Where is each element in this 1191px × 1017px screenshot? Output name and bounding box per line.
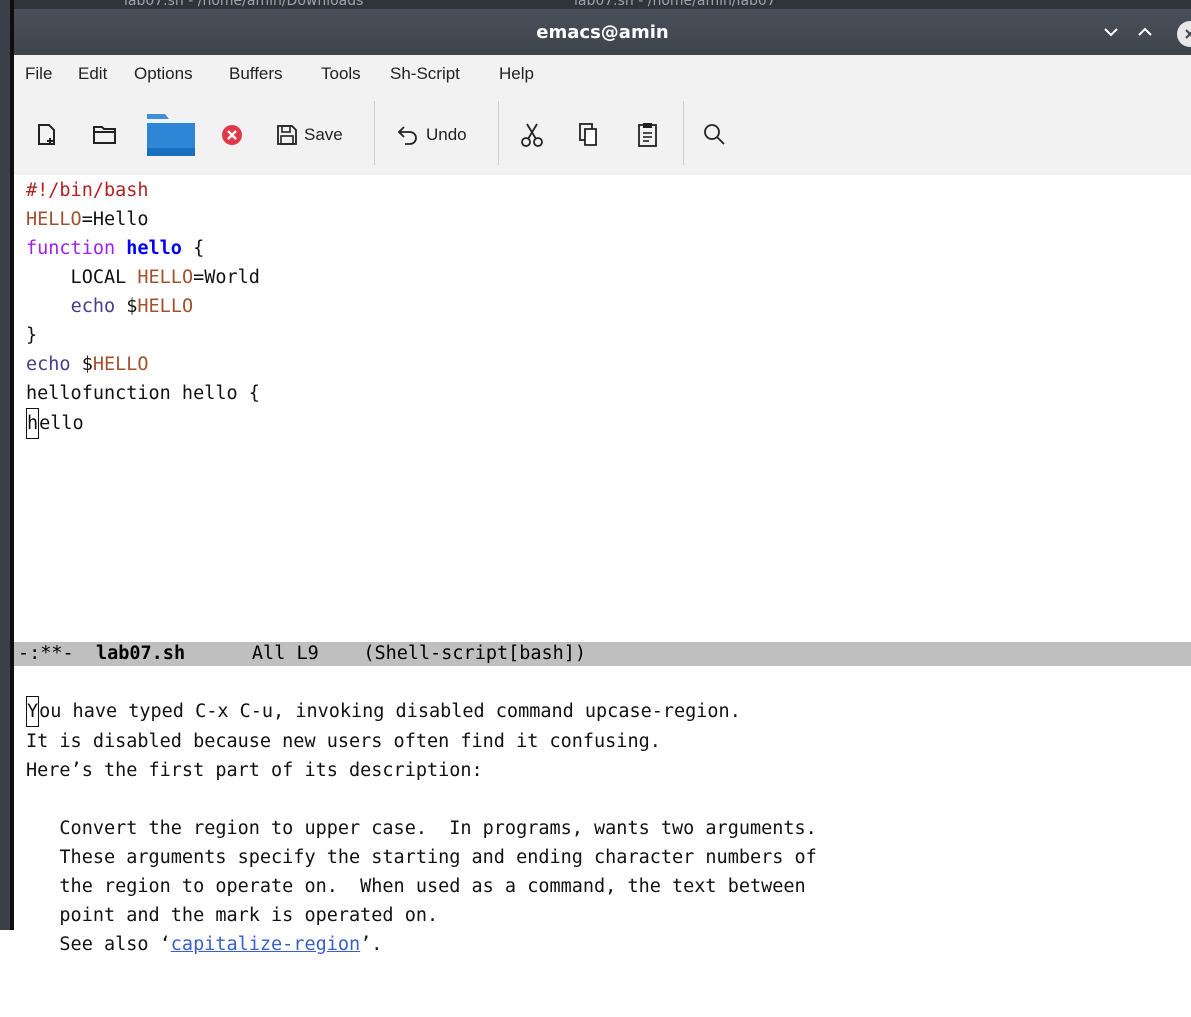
menu-tools[interactable]: Tools [321,64,361,84]
code-token: { [181,238,205,259]
modeline-buffer-name[interactable]: lab07.sh [96,643,185,664]
background-window-strip: lab07.sh - /home/amin/Downloads lab07.sh… [14,0,1191,9]
help-line-text: ou have typed C-x C-u, invoking disabled… [39,701,741,722]
code-line: echo $HELLO [26,350,260,379]
code-line: function hello { [26,234,260,263]
paste-clipboard-icon[interactable] [636,121,660,149]
code-token: ello [39,413,84,434]
modeline-status: -:**- [18,643,74,664]
toolbar: Save Undo [14,93,1191,175]
code-line: LOCAL HELLO=World [26,263,260,292]
code-line: HELLO=Hello [26,205,260,234]
code-token-kw: function [26,238,116,259]
see-also-suffix: ’. [360,934,383,955]
title-bar[interactable]: emacs@amin [14,9,1191,55]
menu-sh-script[interactable]: Sh-Script [390,64,460,84]
help-line: You have typed C-x C-u, invoking disable… [26,696,817,727]
close-icon [1185,29,1191,39]
undo-icon [397,126,417,145]
code-line: } [26,321,260,350]
help-description-line: point and the mark is operated on. [26,905,439,926]
code-token-var: HELLO [92,354,149,375]
save-button[interactable]: Save [276,121,343,149]
save-label: Save [304,125,343,144]
code-text: #!/bin/bash HELLO=Hello function hello { L… [26,176,260,439]
code-line: hello [26,408,260,439]
menu-help[interactable]: Help [499,64,534,84]
save-disk-icon [277,125,297,145]
cursor: h [26,408,40,439]
code-token: } [26,325,38,346]
desktop-background [0,0,10,930]
help-buffer[interactable]: You have typed C-x C-u, invoking disable… [14,666,1191,955]
code-token-var: HELLO [137,267,194,288]
code-token: LOCAL [26,267,138,288]
background-tab-2: lab07.sh - /home/amin/lab07 [574,0,776,9]
code-token: hellofunction hello { [26,383,260,404]
code-token-fn: hello [126,238,182,259]
code-token: $ [70,354,93,375]
new-file-icon[interactable] [36,123,58,147]
modeline-mode[interactable]: (Shell-script[bash]) [363,643,586,664]
help-description-line: the region to operate on. When used as a… [26,876,806,897]
search-icon[interactable] [702,122,726,146]
code-token-var: HELLO [137,296,194,317]
code-line: hellofunction hello { [26,379,260,408]
code-line: #!/bin/bash [26,176,260,205]
help-description-line: These arguments specify the starting and… [26,847,817,868]
code-token: =World [193,267,260,288]
code-token-builtin: echo [26,354,71,375]
undo-label: Undo [426,125,467,144]
see-also-line: See also ‘capitalize-region’. [26,930,817,959]
code-token-builtin: echo [70,296,116,317]
modeline-position: All L9 [251,643,319,664]
code-token: =Hello [81,209,149,230]
dired-folder-icon[interactable] [146,110,196,158]
background-tab-1: lab07.sh - /home/amin/Downloads [124,0,364,9]
minimize-chevron-down-icon[interactable] [1098,19,1124,45]
help-description-line: Convert the region to upper case. In pro… [26,818,817,839]
editor-buffer[interactable]: #!/bin/bash HELLO=Hello function hello { L… [14,175,1191,642]
code-token-var: HELLO [26,209,82,230]
cut-scissors-icon[interactable] [519,122,545,148]
toolbar-separator [498,101,499,165]
maximize-chevron-up-icon[interactable] [1132,19,1158,45]
capitalize-region-link[interactable]: capitalize-region [171,934,360,955]
kill-buffer-icon[interactable] [220,123,244,147]
close-button[interactable] [1177,21,1191,47]
menu-buffers[interactable]: Buffers [229,64,283,84]
menu-edit[interactable]: Edit [78,64,107,84]
code-token-shebang: #!/bin/bash [26,180,149,201]
toolbar-separator [374,101,375,165]
see-also-prefix: See also ‘ [26,934,171,955]
mode-line: -:**- lab07.sh All L9 (Shell-script[bash… [14,642,1191,666]
code-token: $ [115,296,138,317]
open-folder-icon[interactable] [92,124,118,146]
code-line: echo $HELLO [26,292,260,321]
menu-bar: File Edit Options Buffers Tools Sh-Scrip… [14,55,1191,93]
toolbar-separator [683,101,684,165]
menu-file[interactable]: File [25,64,52,84]
copy-icon[interactable] [577,122,601,148]
cursor: Y [26,696,40,727]
window-title: emacs@amin [536,22,669,43]
menu-options[interactable]: Options [134,64,193,84]
help-blank-line [26,785,817,814]
help-line: It is disabled because new users often f… [26,731,661,752]
undo-button[interactable]: Undo [396,121,467,149]
help-line: Here’s the first part of its description… [26,760,483,781]
